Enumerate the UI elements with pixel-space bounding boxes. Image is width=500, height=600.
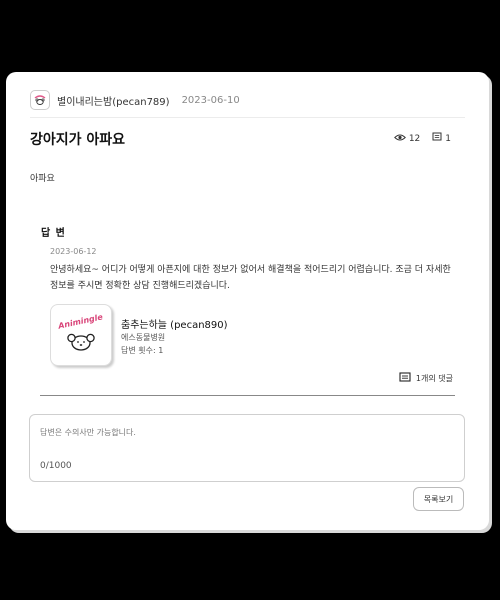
comment-toggle-button[interactable]: 1개의 댓글 bbox=[399, 372, 453, 384]
answerer-hospital: 에스동물병원 bbox=[121, 333, 166, 342]
post-author: 별이내리는밤(pecan789) bbox=[57, 96, 170, 108]
post-card: 별이내리는밤(pecan789) 2023-06-10 강아지가 아파요 12 … bbox=[6, 72, 489, 530]
answer-count: 답변 횟수: 1 bbox=[121, 346, 164, 355]
reply-char-counter: 0/1000 bbox=[40, 461, 72, 471]
post-body: 아파요 bbox=[30, 174, 55, 184]
post-header: 별이내리는밤(pecan789) 2023-06-10 bbox=[30, 90, 240, 110]
view-count: 12 bbox=[408, 133, 421, 144]
comment-icon bbox=[432, 132, 442, 145]
answer-text: 안녕하세요~ 어디가 어떻게 아픈지에 대한 정보가 없어서 해결책을 적어드리… bbox=[50, 265, 451, 291]
comment-toggle-label: 1개의 댓글 bbox=[415, 373, 453, 383]
answerer-name: 춤추는하늘 (pecan890) bbox=[121, 320, 228, 331]
header-divider bbox=[30, 117, 465, 118]
answer-heading: 답 변 bbox=[41, 228, 66, 239]
answer-date: 2023-06-12 bbox=[50, 247, 97, 256]
author-avatar-icon bbox=[30, 90, 50, 110]
eye-icon bbox=[393, 133, 406, 145]
comment-count: 1 bbox=[445, 133, 451, 144]
comment-icon bbox=[399, 372, 411, 384]
logo-text: Animingle bbox=[56, 312, 104, 331]
list-button[interactable]: 목록보기 bbox=[413, 487, 464, 511]
page-title: 강아지가 아파요 bbox=[30, 132, 126, 148]
answerer-avatar[interactable]: Animingle bbox=[50, 304, 112, 366]
dog-logo-icon: Animingle bbox=[56, 312, 104, 351]
reply-placeholder: 답변은 수의사만 가능합니다. bbox=[40, 428, 136, 437]
post-stats: 12 1 bbox=[393, 132, 451, 145]
answer-divider bbox=[40, 395, 455, 396]
post-date: 2023-06-10 bbox=[181, 94, 240, 106]
reply-textarea[interactable]: 답변은 수의사만 가능합니다. 0/1000 bbox=[29, 414, 465, 482]
